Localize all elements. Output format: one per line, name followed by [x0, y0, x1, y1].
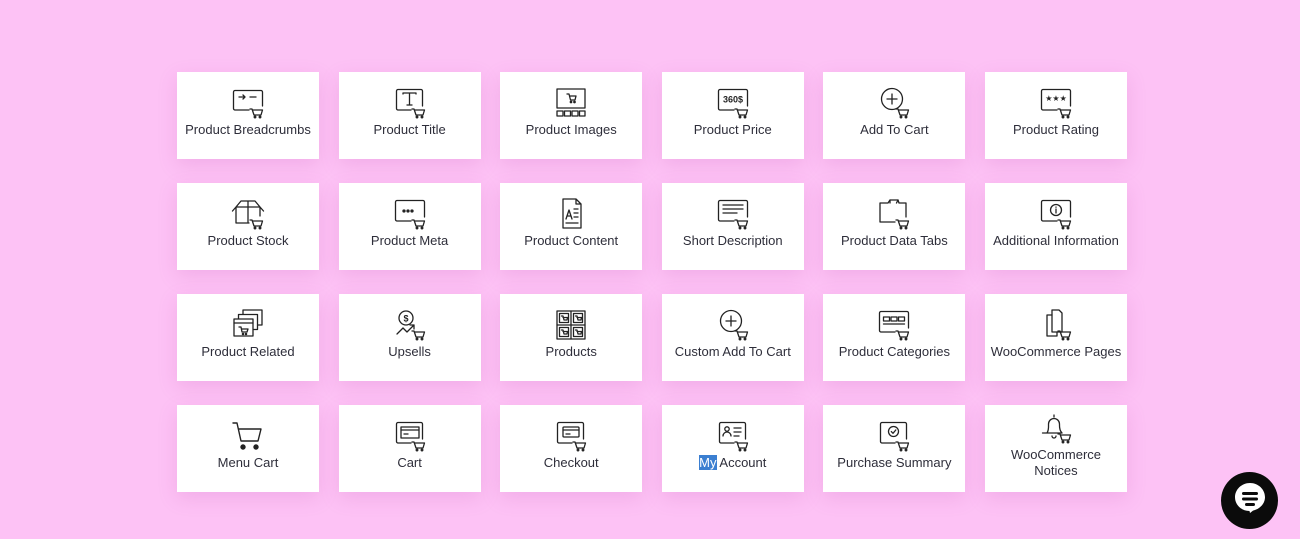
- widget-product-stock[interactable]: Product Stock: [177, 183, 319, 270]
- breadcrumbs-icon: [230, 86, 266, 120]
- widget-label: Product Title: [373, 122, 446, 137]
- svg-text:$: $: [403, 314, 408, 324]
- widget-woocommerce-notices[interactable]: WooCommerce Notices: [984, 405, 1127, 492]
- widget-product-data-tabs[interactable]: Product Data Tabs: [823, 183, 966, 270]
- upsells-icon: $: [392, 308, 428, 342]
- add-to-cart-icon: [876, 86, 912, 120]
- widget-label: Menu Cart: [217, 455, 279, 470]
- widget-label: Checkout: [543, 455, 599, 470]
- widgets-grid: Product Breadcrumbs Product Title Produc…: [177, 72, 1127, 492]
- chat-icon: [1233, 481, 1267, 520]
- widget-label: Purchase Summary: [837, 455, 952, 470]
- widget-product-rating[interactable]: ★★★ Product Rating: [984, 72, 1127, 159]
- meta-icon: [392, 197, 428, 231]
- widget-label: WooCommerce Pages: [990, 344, 1122, 359]
- widget-label: Short Description: [682, 233, 783, 248]
- products-icon: [553, 308, 589, 342]
- images-icon: [553, 86, 589, 120]
- custom-add-to-cart-icon: [715, 308, 751, 342]
- widget-product-related[interactable]: Product Related: [177, 294, 319, 381]
- widget-label: Product Images: [525, 122, 617, 137]
- widget-label: Product Data Tabs: [841, 233, 948, 248]
- price-icon: 360$: [715, 86, 751, 120]
- text-selection: My: [699, 455, 717, 470]
- widget-label: Product Content: [524, 233, 619, 248]
- content-icon: [553, 197, 589, 231]
- widget-product-images[interactable]: Product Images: [500, 72, 643, 159]
- my-account-icon: [715, 419, 751, 453]
- widget-label: Product Related: [201, 344, 295, 359]
- related-icon: [230, 308, 266, 342]
- widget-label: Product Breadcrumbs: [185, 122, 311, 137]
- widget-label: Custom Add To Cart: [674, 344, 791, 359]
- title-icon: [392, 86, 428, 120]
- widget-product-breadcrumbs[interactable]: Product Breadcrumbs: [177, 72, 319, 159]
- widget-checkout[interactable]: Checkout: [500, 405, 643, 492]
- short-description-icon: [715, 197, 751, 231]
- widget-short-description[interactable]: Short Description: [661, 183, 804, 270]
- widget-label: Product Price: [693, 122, 772, 137]
- widget-label: Product Rating: [1012, 122, 1099, 137]
- chat-button[interactable]: [1221, 472, 1278, 529]
- widget-woocommerce-pages[interactable]: WooCommerce Pages: [984, 294, 1127, 381]
- additional-info-icon: [1038, 197, 1074, 231]
- pages-icon: [1038, 308, 1074, 342]
- widget-label: WooCommerce Notices: [1010, 447, 1101, 478]
- widget-products[interactable]: Products: [500, 294, 643, 381]
- categories-icon: [876, 308, 912, 342]
- stock-icon: [230, 197, 266, 231]
- widget-menu-cart[interactable]: Menu Cart: [177, 405, 319, 492]
- menu-cart-icon: [230, 419, 266, 453]
- notices-icon: [1038, 413, 1074, 447]
- purchase-summary-icon: [876, 419, 912, 453]
- widget-cart[interactable]: Cart: [338, 405, 481, 492]
- widget-purchase-summary[interactable]: Purchase Summary: [823, 405, 966, 492]
- widget-label: Products: [545, 344, 597, 359]
- widget-additional-information[interactable]: Additional Information: [984, 183, 1127, 270]
- widget-product-content[interactable]: Product Content: [500, 183, 643, 270]
- widget-label: My Account: [699, 455, 767, 470]
- widget-label: Add To Cart: [860, 122, 929, 137]
- widget-label: Product Stock: [207, 233, 289, 248]
- widget-product-categories[interactable]: Product Categories: [823, 294, 966, 381]
- widget-add-to-cart[interactable]: Add To Cart: [823, 72, 966, 159]
- svg-text:360$: 360$: [723, 95, 743, 105]
- widget-custom-add-to-cart[interactable]: Custom Add To Cart: [661, 294, 804, 381]
- widget-label: Cart: [397, 455, 422, 470]
- widget-product-title[interactable]: Product Title: [338, 72, 481, 159]
- widget-product-price[interactable]: 360$ Product Price: [661, 72, 804, 159]
- widget-label: Upsells: [388, 344, 431, 359]
- cart-icon: [392, 419, 428, 453]
- data-tabs-icon: [876, 197, 912, 231]
- checkout-icon: [553, 419, 589, 453]
- svg-text:★★★: ★★★: [1045, 94, 1067, 103]
- widget-upsells[interactable]: $ Upsells: [338, 294, 481, 381]
- widget-my-account[interactable]: My Account: [661, 405, 804, 492]
- rating-icon: ★★★: [1038, 86, 1074, 120]
- widget-label: Additional Information: [993, 233, 1119, 248]
- widget-product-meta[interactable]: Product Meta: [338, 183, 481, 270]
- widget-label: Product Meta: [370, 233, 449, 248]
- widget-label: Product Categories: [838, 344, 951, 359]
